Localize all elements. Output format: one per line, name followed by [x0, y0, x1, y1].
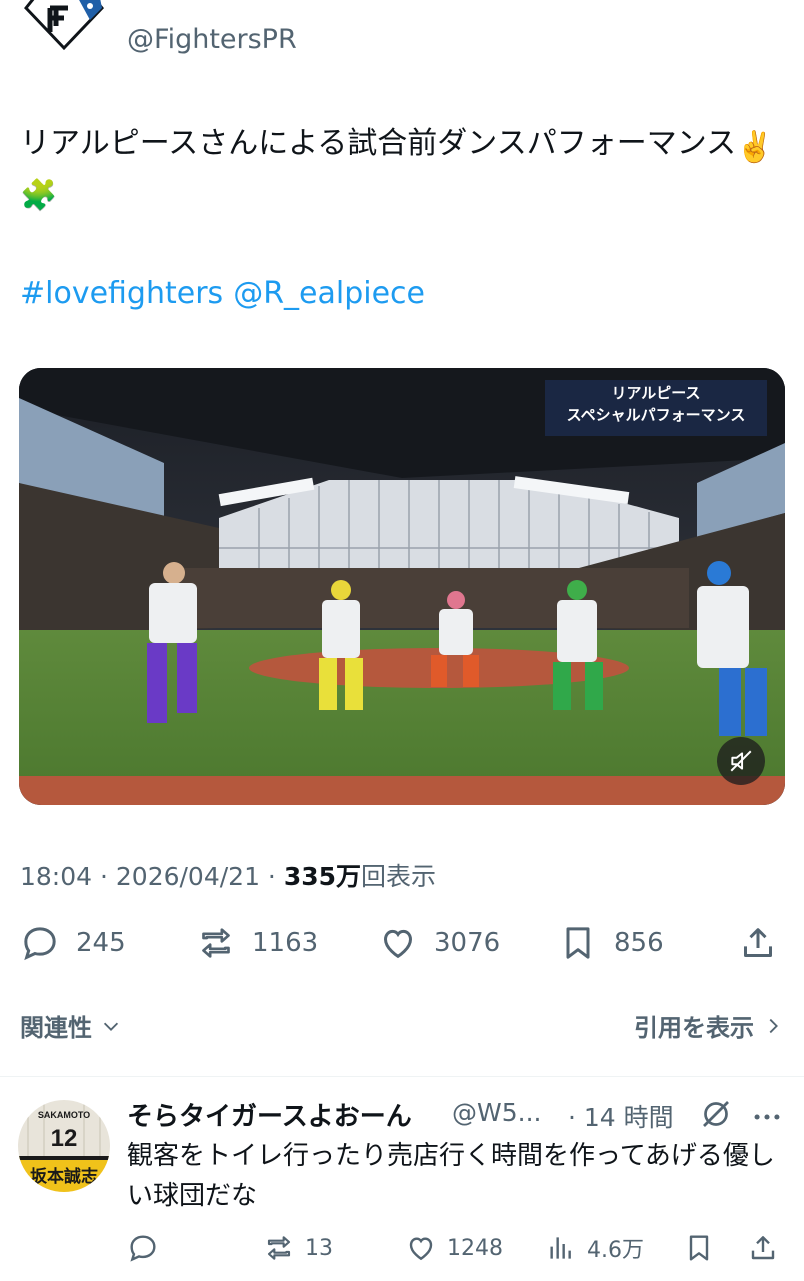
fighters-logo[interactable] [20, 0, 108, 56]
bookmark-button[interactable]: 856 [558, 920, 664, 966]
reply-time[interactable]: · 14 時間 [568, 1098, 674, 1134]
tweet-action-bar: 245 1163 3076 856 [20, 920, 784, 966]
chevron-down-icon [103, 1022, 119, 1031]
reply-icon [24, 927, 56, 961]
reply-view-count: 4.6万 [587, 1238, 644, 1263]
reply-author-handle[interactable]: @W5... [452, 1098, 541, 1127]
analytics-icon [550, 1237, 571, 1259]
reply-icon [130, 1235, 156, 1262]
retweet-count: 1163 [252, 928, 319, 958]
relevance-dropdown[interactable]: 関連性 [20, 1008, 122, 1043]
retweet-icon [202, 928, 230, 958]
bookmark-icon [689, 1235, 709, 1261]
hashtag-link[interactable]: #lovefighters [20, 276, 223, 311]
section-divider [0, 1076, 804, 1077]
cropped-display-name [127, 0, 277, 2]
cropped-follow-text [628, 0, 758, 4]
share-button[interactable] [738, 920, 778, 966]
victory-hand-emoji: ✌️ [736, 130, 774, 165]
puzzle-piece-emoji: 🧩 [20, 178, 58, 213]
grok-icon[interactable] [698, 1096, 734, 1132]
reply-like-button[interactable]: 1248 [405, 1228, 503, 1268]
reply-action-bar: 13 1248 4.6万 [127, 1228, 787, 1268]
more-options-icon[interactable] [750, 1100, 784, 1134]
avatar[interactable]: SAKAMOTO 12 坂本誠志 [18, 1100, 110, 1192]
tweet-header: @FightersPR [0, 0, 804, 70]
share-icon [751, 1236, 775, 1260]
tweet-date[interactable]: 2026/04/21 [116, 862, 260, 891]
view-quotes-link[interactable]: 引用を表示 [634, 1008, 784, 1043]
avatar-name-text: SAKAMOTO [38, 1110, 90, 1120]
bookmark-count: 856 [614, 928, 664, 958]
reply-retweet-count: 13 [305, 1235, 333, 1261]
view-count: 335万 [283, 862, 362, 891]
view-label: 回表示 [361, 862, 437, 891]
caption-line-1: リアルピース [611, 384, 701, 402]
caption-line-2: スペシャルパフォーマンス [566, 406, 746, 424]
meta-separator: · [259, 862, 284, 891]
avatar-image: SAKAMOTO 12 坂本誠志 [18, 1100, 110, 1192]
meta-separator: · [92, 862, 116, 891]
video-caption: リアルピース スペシャルパフォーマンス [545, 382, 767, 426]
account-handle[interactable]: @FightersPR [127, 24, 297, 55]
share-icon [744, 928, 772, 957]
reply-button[interactable]: 245 [20, 920, 126, 966]
relevance-label: 関連性 [20, 1014, 92, 1042]
video-frame [19, 368, 785, 805]
like-button[interactable]: 3076 [378, 920, 500, 966]
reply-reply-button[interactable] [127, 1228, 159, 1268]
reply-bookmark-button[interactable] [683, 1228, 715, 1268]
reply-count: 245 [76, 928, 126, 958]
speaker-muted-icon [730, 750, 752, 772]
like-count: 3076 [434, 928, 501, 958]
reply-author-name[interactable]: そらタイガースよおーん [127, 1096, 412, 1133]
reply-tweet[interactable]: SAKAMOTO 12 坂本誠志 そらタイガースよおーん @W5... · 14… [0, 1078, 804, 1281]
chevron-right-icon [769, 1018, 778, 1033]
reply-views-button[interactable]: 4.6万 [545, 1228, 644, 1268]
tweet-body-text: リアルピースさんによる試合前ダンスパフォーマンス [20, 126, 737, 161]
mute-button[interactable] [717, 737, 765, 785]
reply-retweet-button[interactable]: 13 [263, 1228, 333, 1268]
tweet-links: #lovefighters @R_ealpiece [20, 276, 435, 311]
avatar-number-text: 12 [51, 1125, 78, 1152]
mention-link[interactable]: @R_ealpiece [233, 276, 425, 311]
heart-icon [409, 1237, 433, 1261]
tweet-time[interactable]: 18:04 [20, 862, 92, 891]
retweet-icon [267, 1236, 291, 1260]
tweet-text: リアルピースさんによる試合前ダンスパフォーマンス✌️ 🧩 [20, 122, 780, 218]
bookmark-icon [566, 927, 590, 959]
tweet-meta: 18:04 · 2026/04/21 · 335万回表示 [20, 857, 436, 893]
avatar-kanji-text: 坂本誠志 [30, 1166, 98, 1187]
view-quotes-label: 引用を表示 [634, 1014, 754, 1042]
reply-like-count: 1248 [447, 1235, 503, 1261]
video-player[interactable]: リアルピース スペシャルパフォーマンス [19, 368, 785, 805]
reply-sort-row: 関連性 引用を表示 [20, 1008, 784, 1044]
reply-share-button[interactable] [747, 1228, 779, 1268]
heart-icon [383, 929, 413, 959]
retweet-button[interactable]: 1163 [196, 920, 318, 966]
reply-text: 観客をトイレ行ったり売店行く時間を作ってあげる優しい球団だな [127, 1141, 775, 1211]
